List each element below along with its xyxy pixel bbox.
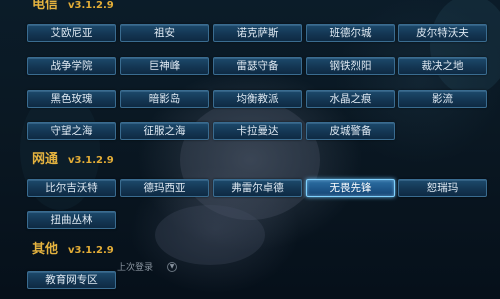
server-button[interactable]: 教育网专区	[27, 271, 116, 289]
section-name: 电信	[32, 0, 59, 12]
server-button-selected[interactable]: 无畏先锋	[306, 179, 395, 197]
server-button[interactable]: 皮城警备	[306, 122, 395, 140]
section-name: 其他	[32, 242, 59, 257]
server-button[interactable]: 比尔吉沃特	[27, 179, 116, 197]
server-button[interactable]: 雷瑟守备	[213, 57, 302, 75]
section-version: v3.1.2.9	[68, 155, 114, 166]
chevron-down-icon[interactable]: ▼	[167, 262, 177, 272]
server-button[interactable]: 黑色玫瑰	[27, 90, 116, 108]
server-button[interactable]: 水晶之痕	[306, 90, 395, 108]
server-button[interactable]: 守望之海	[27, 122, 116, 140]
server-button[interactable]: 均衡教派	[213, 90, 302, 108]
server-button[interactable]: 战争学院	[27, 57, 116, 75]
server-button[interactable]: 卡拉曼达	[213, 122, 302, 140]
section-title-other: 其他 v3.1.2.9	[32, 240, 114, 260]
section-name: 网通	[32, 152, 59, 167]
server-button[interactable]: 弗雷尔卓德	[213, 179, 302, 197]
server-button[interactable]: 钢铁烈阳	[306, 57, 395, 75]
server-button[interactable]: 征服之海	[120, 122, 209, 140]
server-button[interactable]: 诺克萨斯	[213, 24, 302, 42]
server-button[interactable]: 扭曲丛林	[27, 211, 116, 229]
server-button[interactable]: 班德尔城	[306, 24, 395, 42]
section-version: v3.1.2.9	[68, 0, 114, 11]
server-button[interactable]: 裁决之地	[398, 57, 487, 75]
server-button[interactable]: 德玛西亚	[120, 179, 209, 197]
server-button[interactable]: 巨神峰	[120, 57, 209, 75]
last-login-label: 上次登录	[117, 263, 154, 273]
server-button[interactable]: 祖安	[120, 24, 209, 42]
section-version: v3.1.2.9	[68, 245, 114, 256]
server-button[interactable]: 皮尔特沃夫	[398, 24, 487, 42]
server-button[interactable]: 恕瑞玛	[398, 179, 487, 197]
server-button[interactable]: 影流	[398, 90, 487, 108]
server-button[interactable]: 艾欧尼亚	[27, 24, 116, 42]
section-title-netcom: 网通 v3.1.2.9	[32, 150, 114, 170]
section-title-telecom: 电信 v3.1.2.9	[32, 0, 114, 15]
server-button[interactable]: 暗影岛	[120, 90, 209, 108]
